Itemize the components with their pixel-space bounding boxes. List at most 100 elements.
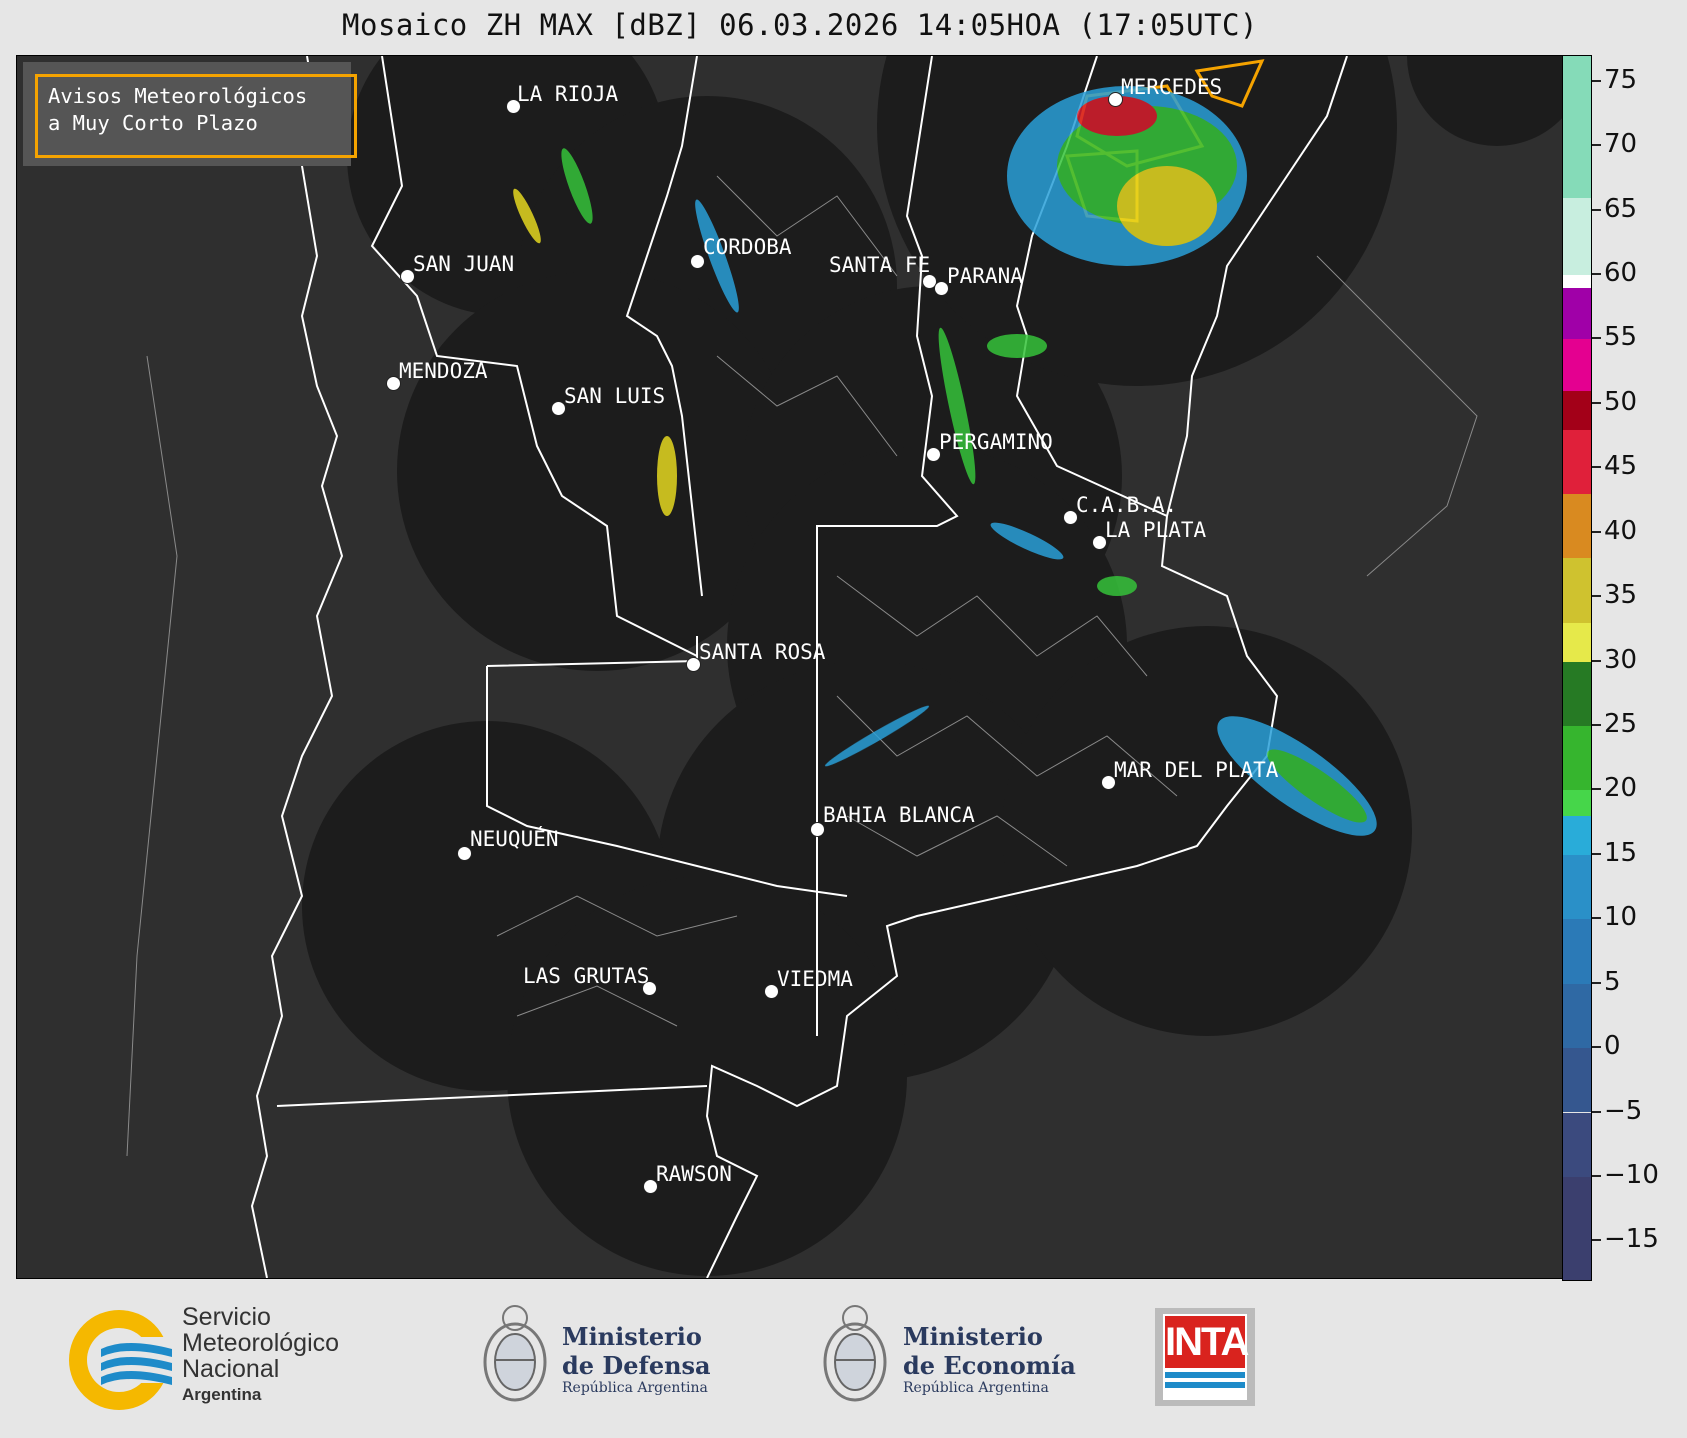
radar-map[interactable]: Avisos Meteorológicos a Muy Corto Plazo … (16, 55, 1563, 1279)
colorbar-band (1563, 275, 1591, 288)
colorbar-band (1563, 558, 1591, 623)
city-label: CORDOBA (703, 235, 792, 259)
defensa-line-1: Ministerio (562, 1322, 702, 1351)
colorbar-band (1563, 287, 1591, 340)
colorbar-band (1563, 983, 1591, 1049)
colorbar-band (1563, 56, 1591, 198)
colorbar-tick-label: −10 (1604, 1159, 1659, 1190)
city-label: VIEDMA (777, 967, 853, 991)
smn-logo-text: Servicio Meteorológico Nacional Argentin… (182, 1304, 339, 1408)
defensa-line-3: República Argentina (562, 1380, 708, 1396)
colorbar-band (1563, 725, 1591, 791)
colorbar-tick (1592, 1174, 1601, 1177)
colorbar-band (1563, 494, 1591, 559)
alert-line-1: Avisos Meteorológicos (48, 84, 308, 108)
city-label: SANTA ROSA (699, 640, 826, 664)
defensa-shield-icon (483, 1305, 547, 1402)
defensa-line-2: de Defensa (562, 1351, 711, 1380)
colorbar-tick (1592, 723, 1601, 726)
colorbar-tick-label: 35 (1604, 580, 1638, 611)
colorbar-tick (1592, 401, 1601, 404)
colorbar-tick-label: 5 (1604, 966, 1621, 997)
colorbar-tick (1592, 208, 1601, 211)
city-label: MAR DEL PLATA (1114, 758, 1279, 782)
colorbar-band (1563, 429, 1591, 495)
colorbar-tick-label: 10 (1604, 902, 1638, 933)
colorbar-band (1563, 790, 1591, 817)
map-title: Mosaico ZH MAX [dBZ] 06.03.2026 14:05HOA… (342, 8, 1258, 42)
colorbar-band (1563, 1112, 1591, 1177)
colorbar-tick (1592, 144, 1601, 147)
colorbar-tick-label: 45 (1604, 451, 1638, 482)
colorbar-tick (1592, 659, 1601, 662)
colorbar-tick (1592, 1239, 1601, 1242)
colorbar-band (1563, 197, 1591, 276)
colorbar-band (1563, 1048, 1591, 1113)
colorbar-tick (1592, 1046, 1601, 1049)
colorbar-tick (1592, 595, 1601, 598)
colorbar-tick-label: −5 (1604, 1095, 1643, 1126)
colorbar-tick (1592, 466, 1601, 469)
economia-line-2: de Economía (903, 1351, 1076, 1380)
colorbar-tick-label: 75 (1604, 64, 1638, 95)
city-label: SAN JUAN (413, 252, 515, 276)
city-label: SAN LUIS (564, 384, 666, 408)
colorbar-tick (1592, 981, 1601, 984)
city-label: LA RIOJA (517, 82, 619, 106)
colorbar-band (1563, 854, 1591, 920)
economia-line-1: Ministerio (903, 1322, 1043, 1351)
economia-logo-text: Ministerio de Economía República Argenti… (903, 1322, 1076, 1396)
alert-legend-box: Avisos Meteorológicos a Muy Corto Plazo (23, 62, 357, 166)
colorbar-tick-label: 55 (1604, 322, 1638, 353)
city-label: LA PLATA (1105, 518, 1207, 542)
smn-line-3: Nacional (182, 1355, 280, 1383)
colorbar-tick-label: −15 (1604, 1224, 1659, 1255)
city-label: PARANA (947, 264, 1023, 288)
colorbar-tick (1592, 917, 1601, 920)
city-label: SANTA FE (829, 253, 931, 277)
footer-logos: Servicio Meteorológico Nacional Argentin… (0, 1280, 1687, 1438)
colorbar-tick (1592, 337, 1601, 340)
colorbar-tick-label: 20 (1604, 773, 1638, 804)
defensa-logo-text: Ministerio de Defensa República Argentin… (562, 1322, 711, 1396)
smn-line-2: Meteorológico (182, 1329, 340, 1357)
inta-logo: INTA (1155, 1308, 1255, 1406)
colorbar-tick-label: 0 (1604, 1031, 1621, 1062)
colorbar-band (1563, 919, 1591, 984)
colorbar-tick-label: 60 (1604, 258, 1638, 289)
colorbar-band (1563, 1176, 1591, 1280)
city-label: NEUQUÉN (470, 827, 559, 851)
economia-shield-icon (823, 1305, 887, 1402)
colorbar-tick-label: 70 (1604, 129, 1638, 160)
colorbar-tick-label: 40 (1604, 515, 1638, 546)
smn-line-4: Argentina (182, 1385, 262, 1404)
city-label: BAHIA BLANCA (823, 803, 975, 827)
inta-label: INTA (1165, 1316, 1249, 1368)
colorbar-band (1563, 661, 1591, 726)
colorbar-tick (1592, 852, 1601, 855)
city-label: MERCEDES (1121, 75, 1223, 99)
colorbar-band (1563, 622, 1591, 662)
city-label: MENDOZA (399, 359, 488, 383)
city-label: C.A.B.A. (1076, 493, 1178, 517)
colorbar-tick-label: 25 (1604, 708, 1638, 739)
smn-line-1: Servicio (182, 1303, 271, 1331)
colorbar-band (1563, 339, 1591, 391)
colorbar-tick-label: 30 (1604, 644, 1638, 675)
colorbar-band (1563, 816, 1591, 855)
colorbar-band (1563, 390, 1591, 430)
alert-line-2: a Muy Corto Plazo (48, 111, 258, 135)
colorbar-tick-label: 50 (1604, 386, 1638, 417)
city-label: PERGAMINO (939, 430, 1053, 454)
colorbar-tick (1592, 530, 1601, 533)
colorbar-tick (1592, 1110, 1601, 1113)
economia-line-3: República Argentina (903, 1380, 1049, 1396)
colorbar-tick-label: 15 (1604, 837, 1638, 868)
alert-legend-label: Avisos Meteorológicos a Muy Corto Plazo (35, 74, 357, 158)
colorbar-tick (1592, 79, 1601, 82)
smn-logo-icon (69, 1310, 172, 1410)
dbz-colorbar (1562, 55, 1592, 1281)
city-label: LAS GRUTAS (523, 964, 650, 988)
colorbar-tick-label: 65 (1604, 193, 1638, 224)
city-label: RAWSON (656, 1162, 732, 1186)
